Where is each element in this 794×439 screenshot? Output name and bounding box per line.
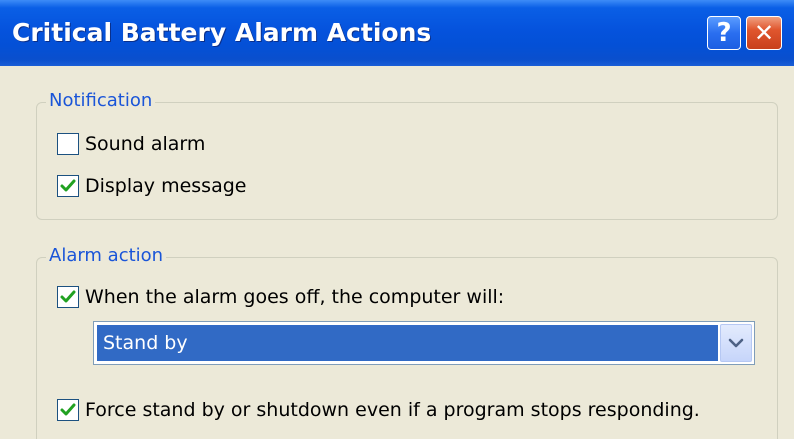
dialog-window: Critical Battery Alarm Actions ? ✕ Notif… (0, 0, 794, 439)
checkmark-icon (60, 179, 76, 192)
sound-alarm-option[interactable]: Sound alarm (57, 132, 205, 156)
when-alarm-checkbox[interactable] (57, 286, 79, 308)
when-alarm-label: When the alarm goes off, the computer wi… (85, 286, 505, 308)
force-shutdown-checkbox[interactable] (57, 399, 79, 421)
display-message-option[interactable]: Display message (57, 174, 246, 198)
display-message-checkbox[interactable] (57, 175, 79, 197)
dropdown-selected-value: Stand by (97, 325, 718, 361)
checkmark-icon (60, 403, 76, 416)
notification-legend: Notification (46, 90, 156, 112)
when-alarm-option[interactable]: When the alarm goes off, the computer wi… (57, 285, 504, 309)
alarm-action-dropdown[interactable]: Stand by (93, 321, 755, 365)
sound-alarm-label: Sound alarm (85, 133, 206, 155)
help-button[interactable]: ? (707, 16, 741, 50)
window-title: Critical Battery Alarm Actions (12, 18, 432, 47)
checkmark-icon (60, 290, 76, 303)
notification-group (36, 102, 778, 220)
force-shutdown-option[interactable]: Force stand by or shutdown even if a pro… (57, 398, 700, 422)
close-icon: ✕ (753, 19, 775, 47)
alarm-action-legend: Alarm action (46, 245, 167, 267)
help-icon: ? (716, 18, 732, 48)
sound-alarm-checkbox[interactable] (57, 133, 79, 155)
force-shutdown-label: Force stand by or shutdown even if a pro… (85, 399, 700, 421)
close-button[interactable]: ✕ (746, 16, 782, 50)
title-bar[interactable]: Critical Battery Alarm Actions ? ✕ (0, 0, 794, 66)
chevron-down-icon[interactable] (720, 324, 752, 362)
display-message-label: Display message (85, 175, 247, 197)
